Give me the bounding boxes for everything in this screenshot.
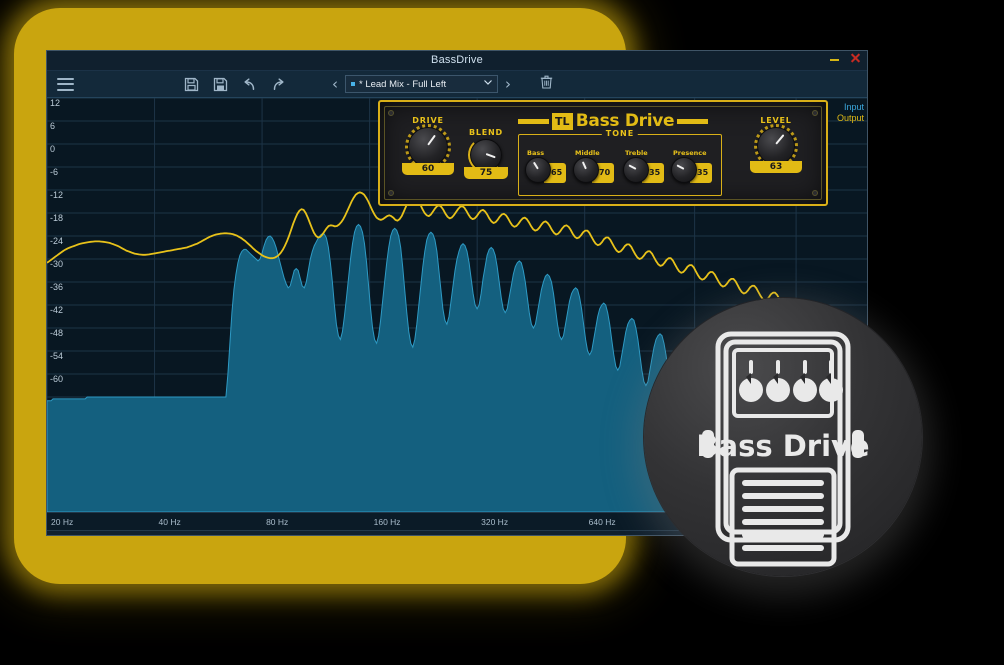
- presence-knob[interactable]: [671, 157, 697, 183]
- freq-tick-label: 80 Hz: [266, 517, 289, 527]
- freq-tick-label: 320 Hz: [481, 517, 509, 527]
- preset-dropdown[interactable]: * Lead Mix - Full Left: [345, 75, 498, 93]
- legend-input: Input: [843, 102, 864, 112]
- svg-text:-42: -42: [50, 305, 63, 315]
- tl-brand-badge: TL: [551, 112, 573, 130]
- presence-label: Presence: [673, 149, 707, 157]
- svg-text:-54: -54: [50, 351, 63, 361]
- badge-product-name: Bass Drive: [696, 429, 869, 463]
- minimize-icon[interactable]: [830, 53, 839, 64]
- preset-prev-button[interactable]: ‹: [332, 76, 338, 92]
- svg-text:6: 6: [50, 121, 55, 131]
- level-knob[interactable]: [754, 124, 798, 168]
- screw-icon: [812, 110, 818, 116]
- plugin-name: Bass Drive: [575, 110, 675, 131]
- drive-value: 60: [402, 163, 454, 175]
- toolbar: ‹ * Lead Mix - Full Left ›: [47, 71, 867, 98]
- drive-knob-unit: DRIVE 60: [402, 116, 454, 175]
- tone-knob-bass: Bass 65: [525, 149, 571, 183]
- close-icon[interactable]: [850, 53, 861, 64]
- legend-output: Output: [836, 113, 864, 124]
- save-as-icon[interactable]: [213, 77, 228, 92]
- blend-knob-unit: BLEND 75: [464, 128, 508, 179]
- drive-knob[interactable]: [405, 124, 451, 170]
- freq-tick-label: 20 Hz: [51, 517, 74, 527]
- freq-tick-label: 160 Hz: [373, 517, 401, 527]
- save-icon[interactable]: [184, 77, 199, 92]
- svg-text:-24: -24: [50, 236, 63, 246]
- logo-bar-right: [677, 118, 708, 124]
- preset-next-button[interactable]: ›: [505, 76, 511, 92]
- freq-tick-label: 40 Hz: [158, 517, 181, 527]
- svg-text:-6: -6: [50, 167, 58, 177]
- svg-text:-48: -48: [50, 328, 63, 338]
- undo-icon[interactable]: [242, 77, 257, 92]
- preset-name: * Lead Mix - Full Left: [359, 78, 447, 90]
- analyzer-legend: Input Output: [837, 102, 864, 125]
- meter-peak-marker: [141, 534, 145, 535]
- screw-icon: [812, 190, 818, 196]
- treble-label: Treble: [625, 149, 648, 157]
- window-controls: [830, 53, 861, 64]
- svg-text:12: 12: [50, 98, 60, 108]
- screenshot-root: BassDrive ‹ * Lead Mix - Full Left › 12 …: [0, 0, 1004, 665]
- trash-icon[interactable]: [540, 75, 553, 94]
- svg-text:-18: -18: [50, 213, 63, 223]
- tone-label: TONE: [601, 129, 639, 138]
- window-titlebar: BassDrive: [47, 51, 867, 71]
- freq-tick-label: 640 Hz: [588, 517, 616, 527]
- redo-icon[interactable]: [271, 77, 286, 92]
- logo-bar-left: [518, 118, 549, 124]
- level-knob-unit: LEVEL 63: [750, 116, 802, 173]
- bass-label: Bass: [527, 149, 545, 157]
- preset-modified-dot: [351, 82, 355, 86]
- bass-knob[interactable]: [525, 157, 551, 183]
- blend-value: 75: [464, 167, 508, 179]
- pedal-illustration: Bass Drive: [696, 331, 870, 567]
- svg-text:-30: -30: [50, 259, 63, 269]
- svg-text:-12: -12: [50, 190, 63, 200]
- tone-section: TONE Bass 65 Middle 70 Treble 35 Presenc…: [518, 129, 722, 196]
- treble-knob[interactable]: [623, 157, 649, 183]
- tone-knob-treble: Treble 35: [623, 149, 669, 183]
- toolbar-icons: [184, 77, 286, 92]
- preset-selector: ‹ * Lead Mix - Full Left ›: [332, 75, 553, 94]
- bass-drive-plugin-panel: DRIVE 60 BLEND 75 TL Bass Drive TONE Bas…: [378, 100, 828, 206]
- svg-text:0: 0: [50, 144, 55, 154]
- menu-icon[interactable]: [57, 77, 74, 91]
- level-value: 63: [750, 161, 802, 173]
- svg-text:-36: -36: [50, 282, 63, 292]
- chevron-down-icon: [484, 80, 492, 85]
- blend-label: BLEND: [469, 128, 503, 137]
- window-title: BassDrive: [431, 54, 483, 66]
- tone-knob-presence: Presence 35: [671, 149, 717, 183]
- screw-icon: [388, 110, 394, 116]
- svg-text:-60: -60: [50, 374, 63, 384]
- product-badge: Bass Drive: [644, 298, 922, 576]
- screw-icon: [388, 190, 394, 196]
- tone-knob-middle: Middle 70: [573, 149, 619, 183]
- middle-label: Middle: [575, 149, 600, 157]
- middle-knob[interactable]: [573, 157, 599, 183]
